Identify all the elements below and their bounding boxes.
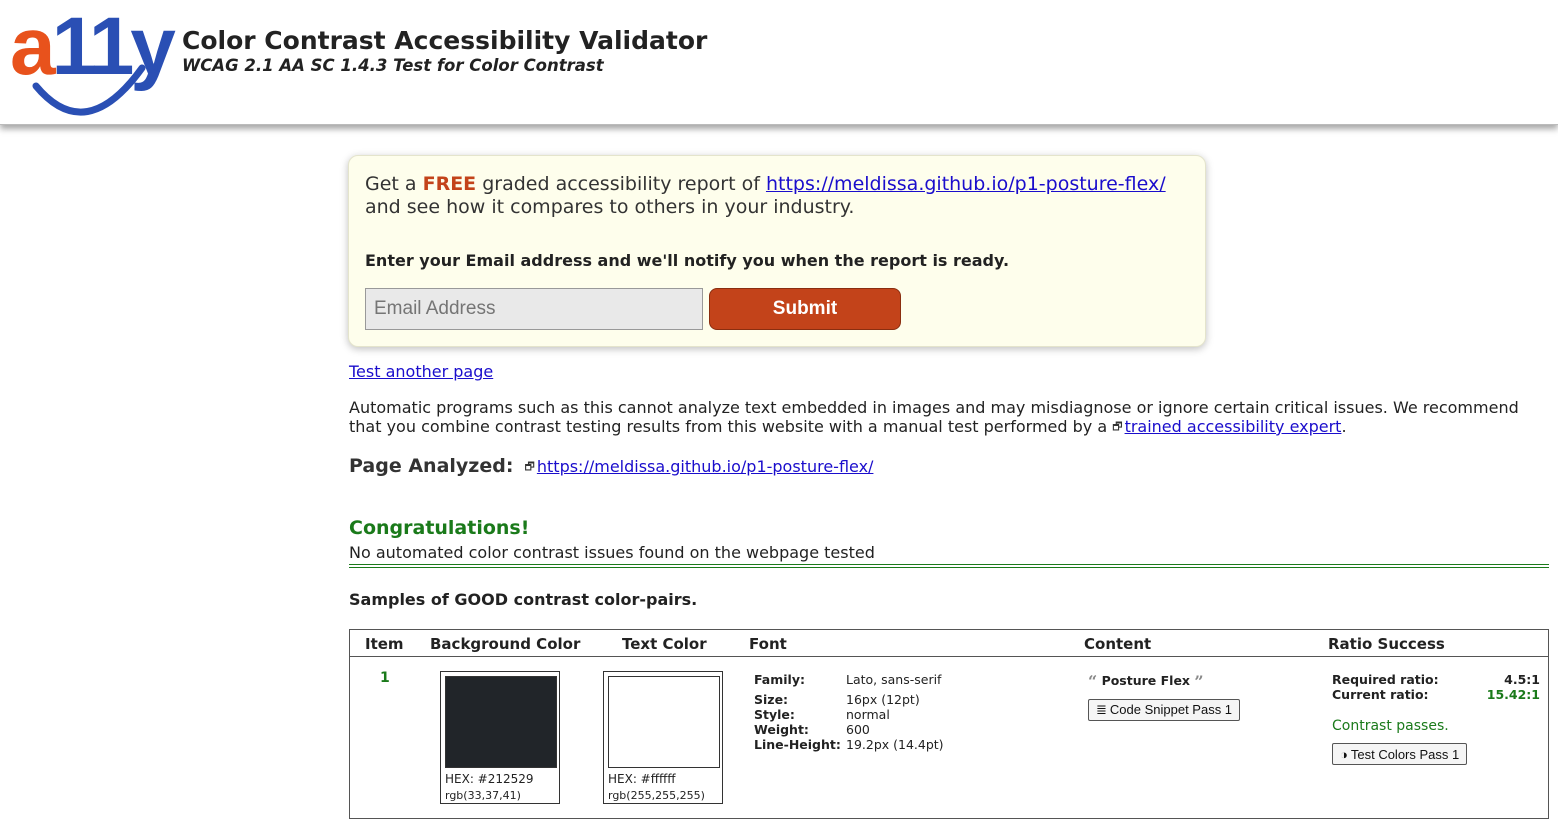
text-color-hex: HEX: #ffffff	[608, 772, 676, 786]
line-height-value: 19.2px (14.4pt)	[846, 737, 944, 752]
font-style-label: Style:	[754, 707, 795, 722]
col-text-color: Text Color	[622, 635, 707, 653]
background-color-sample: HEX: #212529 rgb(33,37,41)	[440, 671, 560, 804]
promo-url-link[interactable]: https://meldissa.github.io/p1-posture-fl…	[766, 173, 1166, 195]
contrast-icon: ◑	[1340, 746, 1348, 762]
samples-heading: Samples of GOOD contrast color-pairs.	[349, 590, 698, 609]
site-title: Color Contrast Accessibility Validator	[182, 26, 708, 55]
col-item: Item	[365, 635, 404, 653]
item-number: 1	[380, 670, 390, 686]
email-input[interactable]	[365, 288, 703, 330]
font-style-value: normal	[846, 707, 890, 722]
congratulations-heading: Congratulations!	[349, 517, 530, 539]
required-ratio-value: 4.5:1	[1504, 672, 1540, 687]
a11y-logo[interactable]: a11y ®	[8, 6, 176, 116]
test-colors-button[interactable]: ◑ Test Colors Pass 1	[1332, 743, 1468, 765]
external-link-icon: 🗗	[524, 460, 535, 473]
col-font: Font	[749, 635, 787, 653]
contrast-status: Contrast passes.	[1332, 718, 1449, 734]
background-rgb: rgb(33,37,41)	[445, 789, 521, 802]
code-snippet-label: Code Snippet Pass 1	[1109, 702, 1233, 717]
col-ratio-success: Ratio Success	[1328, 635, 1445, 653]
font-weight-value: 600	[846, 722, 870, 737]
code-snippet-button[interactable]: ≣ Code Snippet Pass 1	[1088, 699, 1241, 721]
required-ratio-label: Required ratio:	[1332, 672, 1439, 687]
promo-free: FREE	[422, 173, 477, 195]
site-subtitle: WCAG 2.1 AA SC 1.4.3 Test for Color Cont…	[182, 56, 604, 75]
registered-mark: ®	[148, 60, 159, 76]
code-lines-icon: ≣	[1096, 702, 1107, 717]
divider	[349, 564, 1549, 568]
external-link-icon: 🗗	[1112, 420, 1123, 433]
open-quote-icon: “	[1088, 672, 1098, 691]
submit-button[interactable]: Submit	[709, 288, 901, 330]
promo-prefix: Get a	[365, 173, 417, 195]
background-swatch	[445, 676, 557, 768]
text-color-rgb: rgb(255,255,255)	[608, 789, 705, 802]
font-weight-label: Weight:	[754, 722, 809, 737]
disclaimer-end: .	[1341, 417, 1347, 436]
text-color-sample: HEX: #ffffff rgb(255,255,255)	[603, 671, 723, 804]
line-height-label: Line-Height:	[754, 737, 841, 752]
current-ratio-label: Current ratio:	[1332, 687, 1429, 702]
test-colors-label: Test Colors Pass 1	[1350, 746, 1460, 762]
page-analyzed: Page Analyzed: 🗗 https://meldissa.github.…	[349, 455, 873, 477]
samples-table: Item Background Color Text Color Font Co…	[349, 629, 1549, 819]
test-another-page-link[interactable]: Test another page	[349, 362, 493, 381]
current-ratio-value: 15.42:1	[1486, 687, 1540, 702]
trained-expert-link[interactable]: trained accessibility expert	[1125, 417, 1342, 436]
logo-smile-arc	[32, 64, 146, 116]
table-header: Item Background Color Text Color Font Co…	[350, 630, 1548, 657]
background-hex: HEX: #212529	[445, 772, 534, 786]
result-message: No automated color contrast issues found…	[349, 543, 875, 562]
content-text: Posture Flex	[1101, 673, 1190, 688]
site-header: a11y ® Color Contrast Accessibility Vali…	[0, 0, 1558, 125]
font-family-label: Family:	[754, 672, 805, 687]
analyzed-url-link[interactable]: https://meldissa.github.io/p1-posture-fl…	[537, 457, 874, 476]
col-content: Content	[1084, 635, 1152, 653]
disclaimer: Automatic programs such as this cannot a…	[349, 398, 1539, 436]
promo-instruction: Enter your Email address and we'll notif…	[365, 251, 1010, 270]
free-report-promo: Get a FREE graded accessibility report o…	[348, 155, 1206, 347]
font-size-label: Size:	[754, 692, 789, 707]
promo-mid: graded accessibility report of	[482, 173, 760, 195]
font-family-value: Lato, sans-serif	[846, 672, 942, 687]
font-size-value: 16px (12pt)	[846, 692, 920, 707]
content-sample: “ Posture Flex ”	[1088, 672, 1204, 691]
col-background-color: Background Color	[430, 635, 581, 653]
text-color-swatch	[608, 676, 720, 768]
page-analyzed-label: Page Analyzed:	[349, 455, 514, 477]
close-quote-icon: ”	[1194, 672, 1204, 691]
promo-line-1: Get a FREE graded accessibility report o…	[365, 173, 1166, 195]
promo-line-2: and see how it compares to others in you…	[365, 196, 855, 218]
